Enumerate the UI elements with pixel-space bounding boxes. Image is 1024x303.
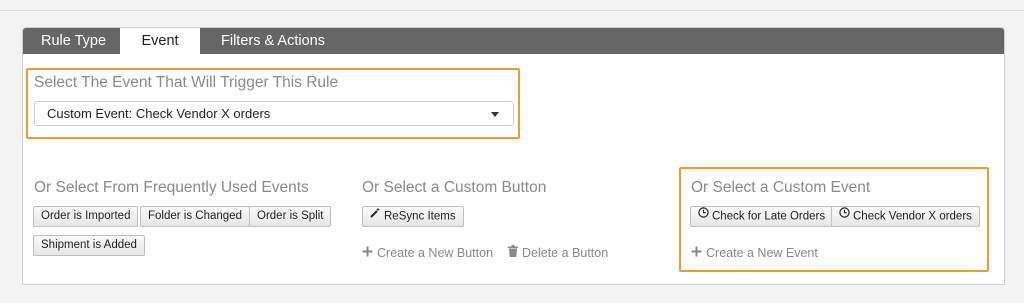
custom-event-title: Or Select a Custom Event	[691, 179, 871, 196]
check-vendor-x-orders-label: Check Vendor X orders	[853, 210, 972, 223]
trigger-event-select-value: Custom Event: Check Vendor X orders	[47, 106, 271, 121]
delete-button-link[interactable]: Delete a Button	[508, 245, 609, 261]
rule-editor-panel: Rule Type Event Filters & Actions Select…	[22, 27, 1005, 285]
check-late-orders-button[interactable]: Check for Late Orders	[690, 206, 834, 227]
magic-wand-icon	[370, 206, 381, 225]
trash-icon	[508, 245, 518, 260]
frequent-events-title: Or Select From Frequently Used Events	[34, 179, 309, 196]
trigger-section-title: Select The Event That Will Trigger This …	[34, 74, 339, 91]
plus-icon	[362, 246, 373, 260]
order-imported-button[interactable]: Order is Imported	[33, 206, 139, 227]
custom-button-title: Or Select a Custom Button	[362, 179, 547, 196]
resync-items-label: ReSync Items	[384, 210, 456, 223]
folder-changed-button[interactable]: Folder is Changed	[140, 206, 250, 227]
check-vendor-x-orders-button[interactable]: Check Vendor X orders	[831, 206, 980, 227]
create-new-button-link[interactable]: Create a New Button	[362, 246, 493, 261]
order-split-button[interactable]: Order is Split	[249, 206, 332, 227]
create-new-button-label: Create a New Button	[377, 246, 494, 260]
tab-filters-actions[interactable]: Filters & Actions	[203, 28, 343, 54]
clock-icon	[698, 206, 709, 225]
plus-icon	[691, 246, 702, 260]
delete-button-label: Delete a Button	[522, 246, 609, 260]
tab-bar: Rule Type Event Filters & Actions	[23, 28, 1004, 54]
caret-down-icon	[491, 112, 499, 117]
resync-items-button[interactable]: ReSync Items	[362, 206, 464, 227]
create-new-event-label: Create a New Event	[706, 246, 818, 260]
tab-event[interactable]: Event	[120, 28, 200, 54]
tab-rule-type[interactable]: Rule Type	[23, 28, 124, 54]
clock-icon	[839, 206, 850, 225]
check-late-orders-label: Check for Late Orders	[712, 210, 826, 223]
trigger-event-select[interactable]: Custom Event: Check Vendor X orders	[34, 101, 514, 126]
create-new-event-link[interactable]: Create a New Event	[691, 246, 818, 261]
shipment-added-button[interactable]: Shipment is Added	[33, 235, 145, 256]
